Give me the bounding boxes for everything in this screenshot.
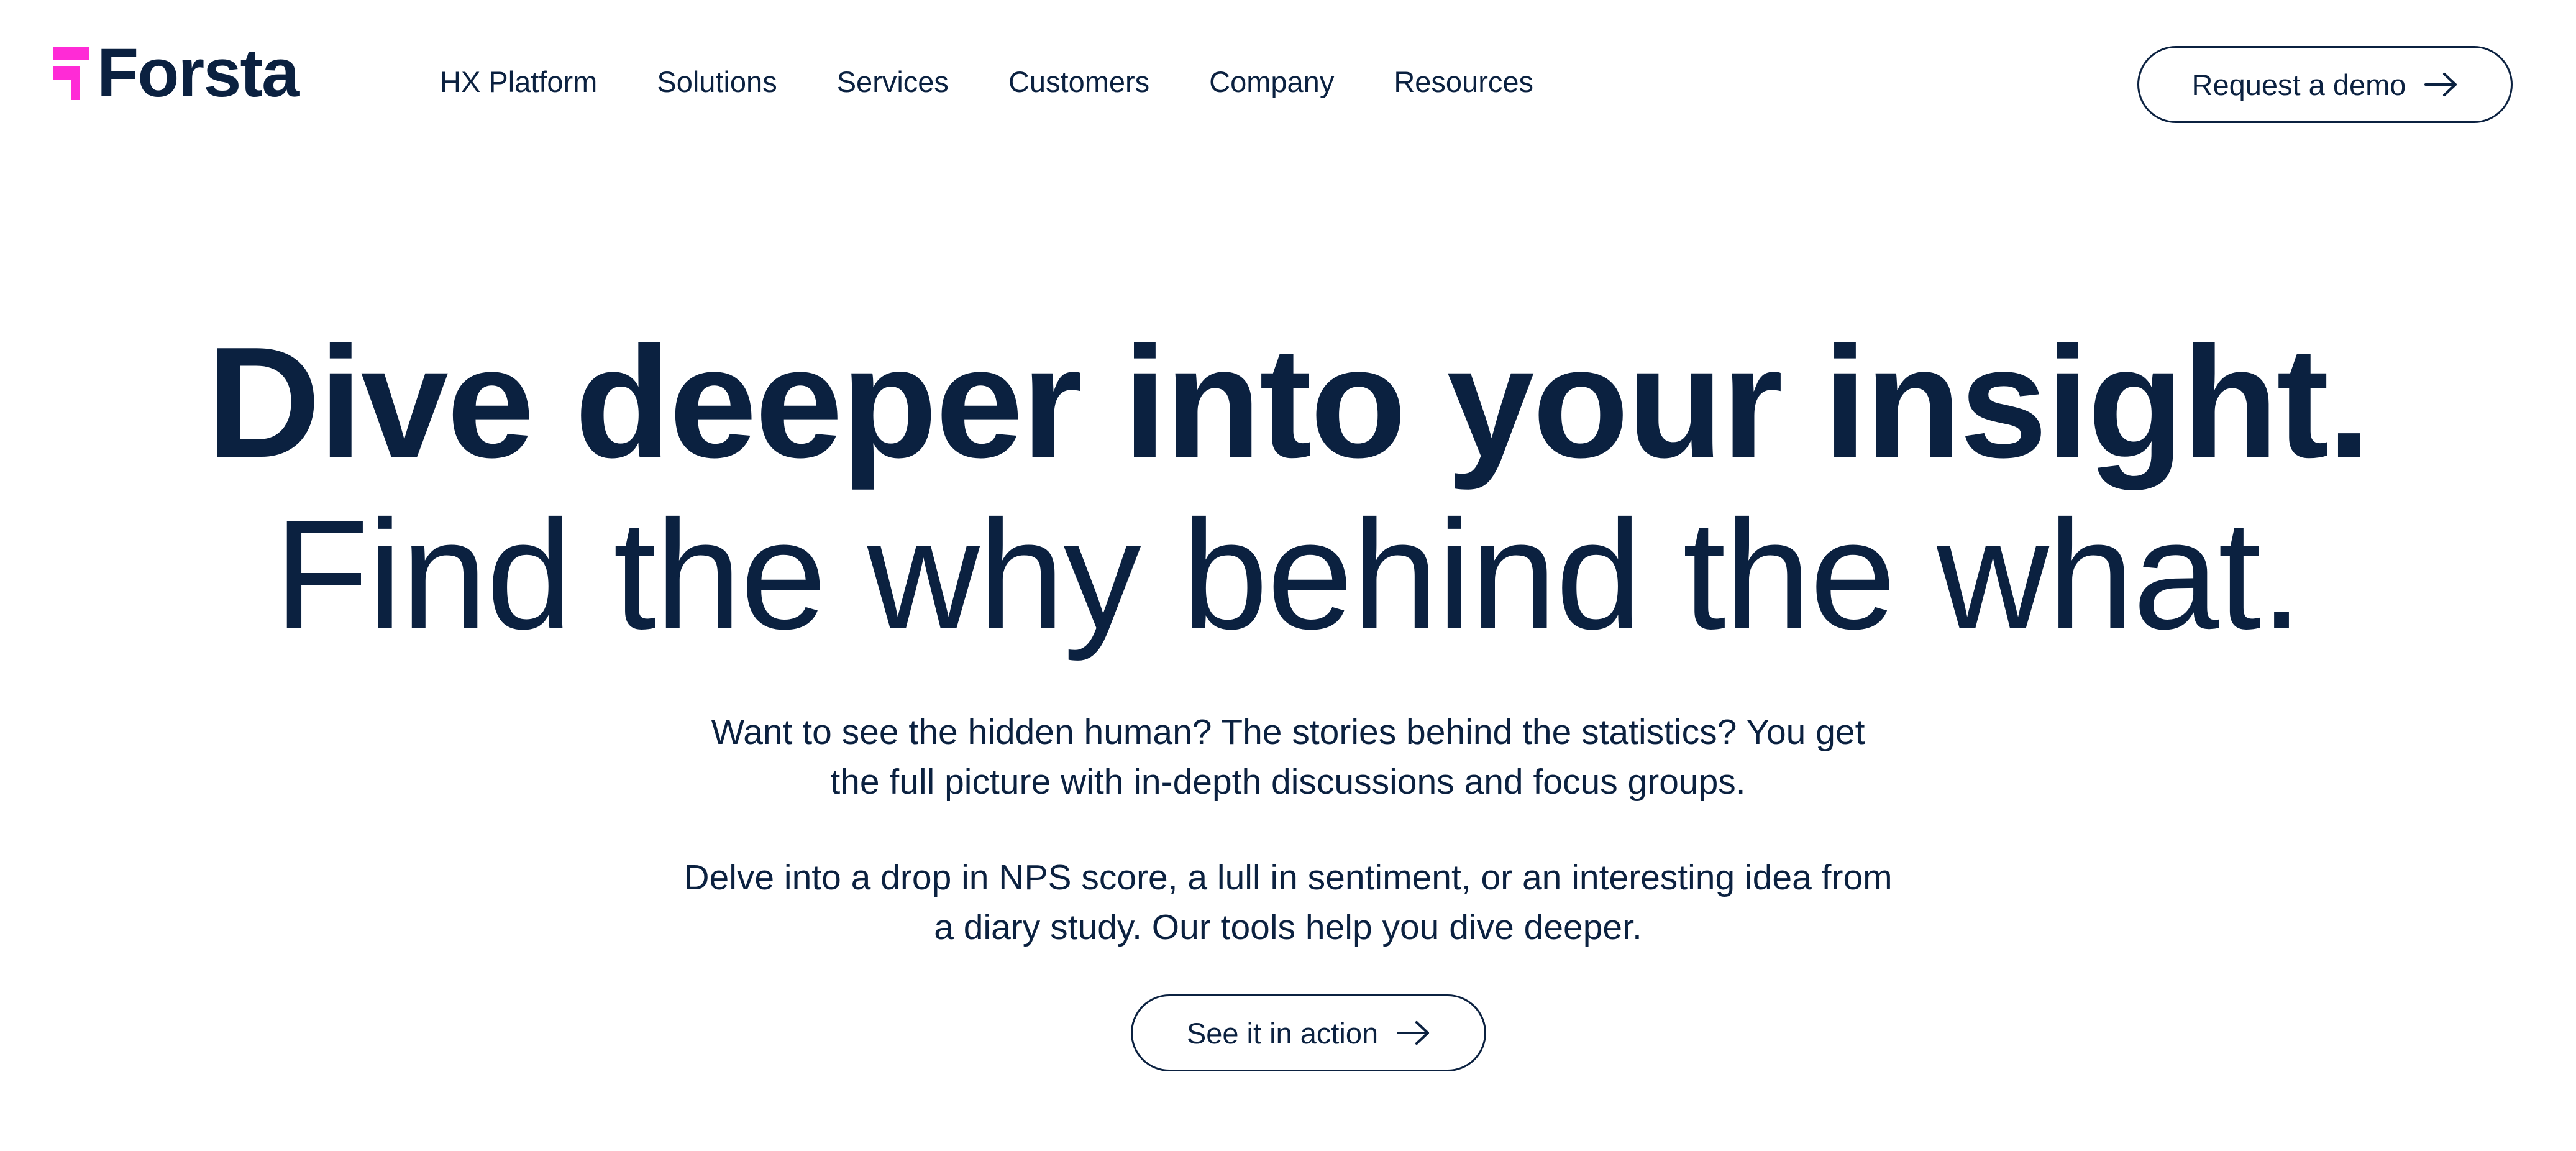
arrow-right-icon [1397,1021,1430,1045]
see-it-in-action-button[interactable]: See it in action [1131,994,1486,1071]
nav-item-services[interactable]: Services [837,65,949,99]
nav-item-solutions[interactable]: Solutions [657,65,777,99]
hero-title: Dive deeper into your insight. [206,314,2372,490]
nav-item-customers[interactable]: Customers [1008,65,1149,99]
hero-subtitle: Find the why behind the what. [274,488,2303,661]
forsta-mark-icon [53,47,89,100]
hero-paragraph-2-line-2: a diary study. Our tools help you dive d… [934,907,1642,947]
hero-paragraph-1: Want to see the hidden human? The storie… [0,707,2576,807]
request-demo-button[interactable]: Request a demo [2137,46,2513,123]
hero-paragraph-1-line-1: Want to see the hidden human? The storie… [711,712,1865,752]
nav-item-resources[interactable]: Resources [1394,65,1533,99]
hero-paragraph-2: Delve into a drop in NPS score, a lull i… [0,853,2576,952]
logo-wordmark: Forsta [97,35,299,111]
request-demo-label: Request a demo [2191,68,2406,101]
forsta-logo[interactable]: Forsta [53,39,299,108]
nav-item-hx-platform[interactable]: HX Platform [440,65,597,99]
arrow-right-icon [2424,73,2457,96]
main-nav: HX Platform Solutions Services Customers… [440,65,1593,99]
hero-paragraph-2-line-1: Delve into a drop in NPS score, a lull i… [683,858,1893,897]
page: Forsta HX Platform Solutions Services Cu… [0,0,2576,1151]
see-it-in-action-label: See it in action [1186,1016,1379,1050]
hero-paragraph-1-line-2: the full picture with in-depth discussio… [830,762,1746,802]
nav-item-company[interactable]: Company [1209,65,1334,99]
